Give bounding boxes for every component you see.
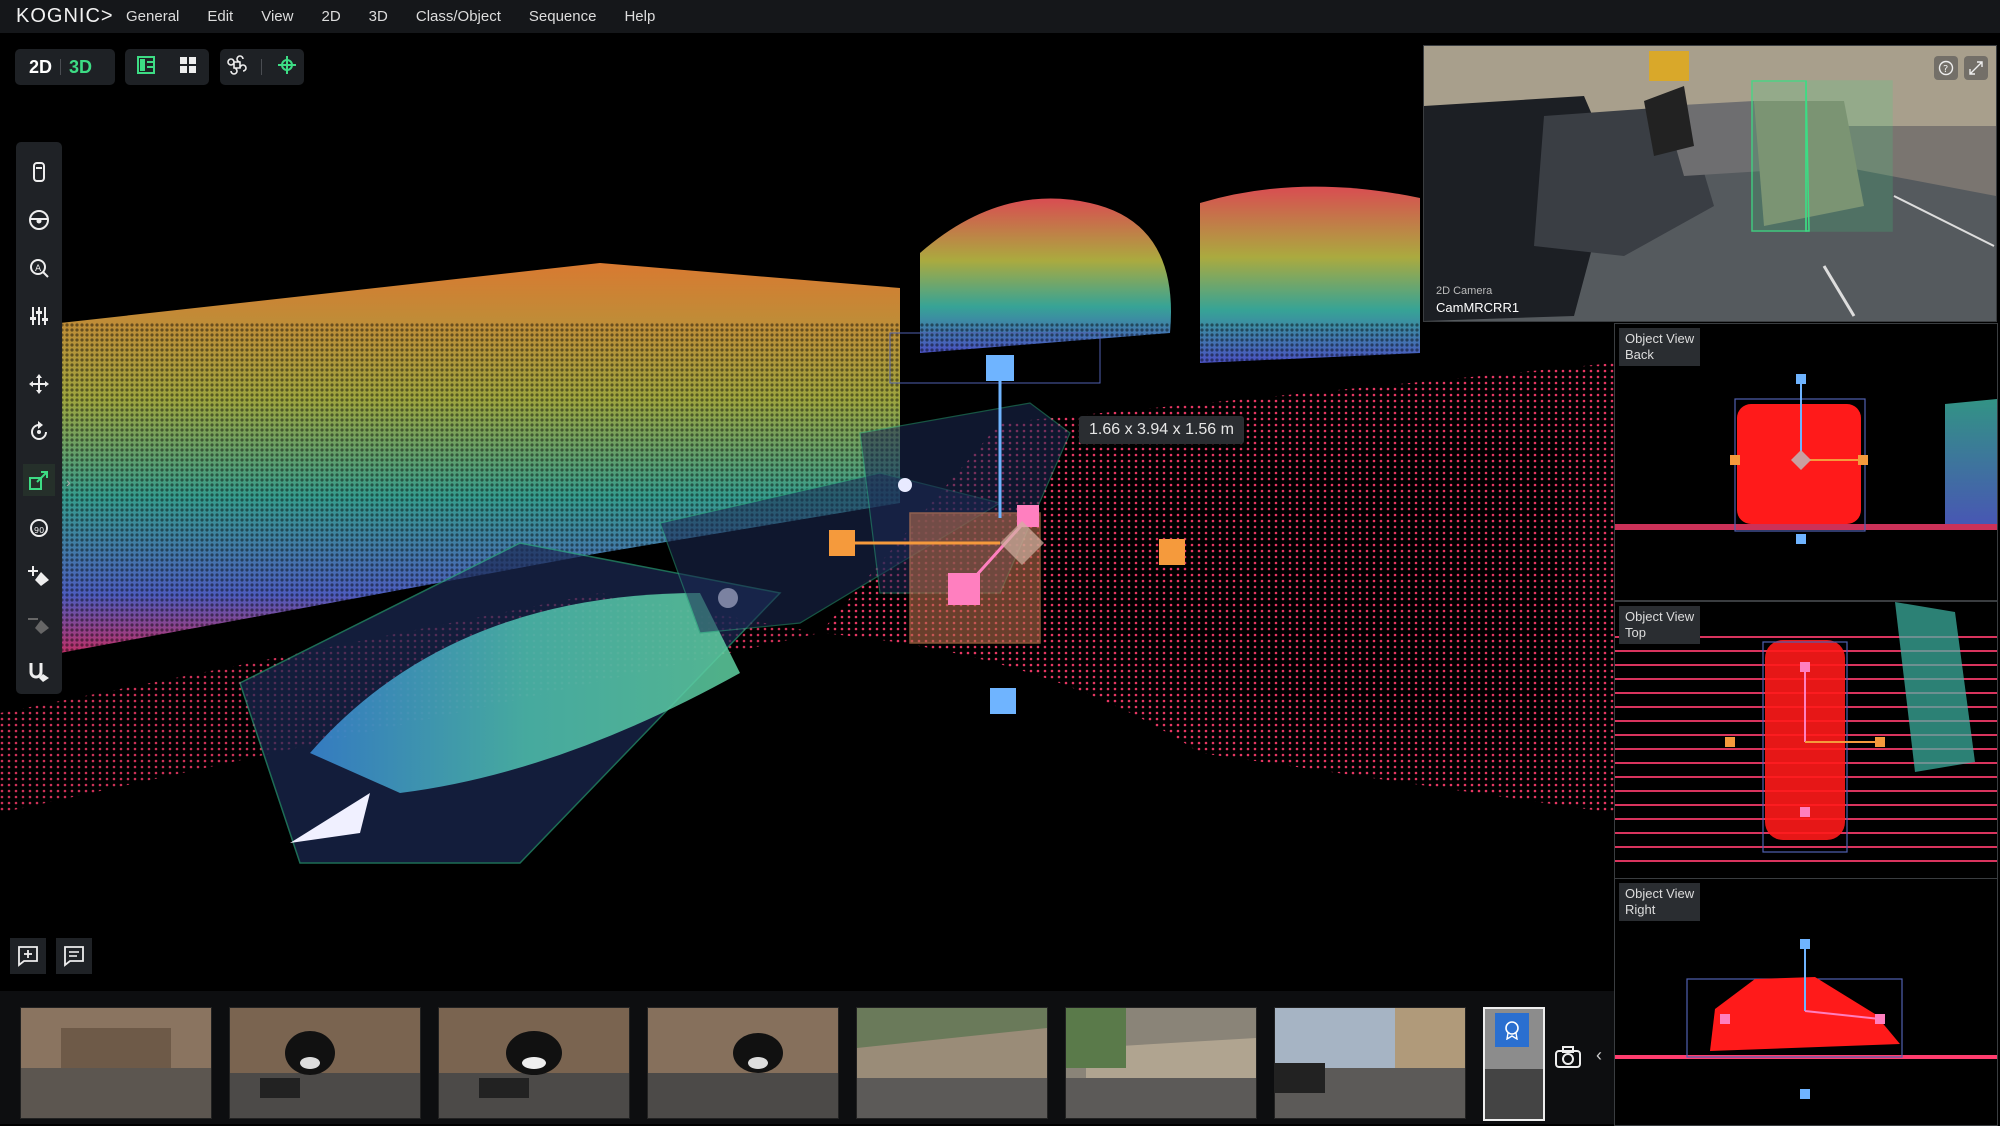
handle-left-orange[interactable] [829,530,855,556]
menu-sequence[interactable]: Sequence [529,8,597,25]
object-view-top[interactable]: Object View Top [1614,601,1998,879]
object-view-title: Object View [1625,609,1695,624]
handle-front-pink[interactable] [948,573,980,605]
camera-name-label: CamMRCRR1 [1436,300,1520,315]
object-view-name: Right [1625,902,1656,917]
menu-3d[interactable]: 3D [369,8,388,25]
collapse-chevron-icon[interactable]: ‹ [1596,1045,1602,1066]
menu-edit[interactable]: Edit [207,8,233,25]
object-view-right-label: Object View Right [1619,883,1701,921]
mode-toggle: 2D 3D [15,49,115,85]
badge-icon [1495,1013,1529,1047]
camera-type-label: 2D Camera [1436,285,1493,297]
3d-viewport[interactable]: 1.66 x 3.94 x 1.56 m [0,33,1614,991]
tool-strip-expand-icon[interactable]: › [66,474,71,490]
expand-icon[interactable] [1964,56,1988,80]
camera-icon[interactable] [1550,1039,1586,1075]
box-dimensions-label: 1.66 x 3.94 x 1.56 m [1079,416,1244,444]
object-view-name: Back [1625,347,1654,362]
crosshair-icon[interactable] [277,55,297,80]
app-logo: KOGNIC> [16,5,114,27]
frame-thumbnail[interactable] [229,1007,421,1119]
layout-grid-icon[interactable] [178,55,198,80]
shortcut-tools [220,49,304,85]
rotate-90-icon[interactable]: 90 [23,512,55,544]
mode-3d-button[interactable]: 3D [61,57,100,78]
handle-top-blue[interactable] [986,355,1014,381]
remove-point-icon[interactable] [23,608,55,640]
rotate-icon[interactable] [23,416,55,448]
magnet-icon[interactable] [23,656,55,688]
menu-view[interactable]: View [261,8,293,25]
point-cloud-canvas[interactable] [0,33,1614,991]
move-icon[interactable] [23,368,55,400]
menu-help[interactable]: Help [624,8,655,25]
camera-image [1424,46,1996,321]
frame-thumbnail[interactable] [647,1007,839,1119]
handle-bottom-blue[interactable] [990,688,1016,714]
mode-2d-button[interactable]: 2D [15,57,60,78]
object-view-back-label: Object View Back [1619,328,1701,366]
frame-thumbnail[interactable] [1065,1007,1257,1119]
ego-vehicle-icon[interactable] [23,156,55,188]
frame-thumbnail-current[interactable] [1483,1007,1545,1121]
box-handle-mid[interactable] [898,478,912,492]
frame-thumbnail[interactable] [20,1007,212,1119]
camera-panel[interactable]: ? 2D Camera CamMRCRR1 [1423,45,1997,322]
frame-filmstrip: ‹ [0,991,1614,1124]
object-view-back[interactable]: Object View Back [1614,323,1998,601]
handle-right-orange[interactable] [1159,539,1185,565]
object-view-title: Object View [1625,886,1695,901]
object-view-right[interactable]: Object View Right [1614,878,1998,1126]
frame-thumbnail[interactable] [438,1007,630,1119]
menu-general[interactable]: General [126,8,179,25]
object-view-title: Object View [1625,331,1695,346]
svg-text:90: 90 [34,526,44,535]
comments-list-button[interactable] [56,938,92,974]
svg-text:A: A [35,264,42,274]
object-view-top-label: Object View Top [1619,606,1701,644]
svg-text:?: ? [1943,64,1948,75]
frame-thumbnail[interactable] [856,1007,1048,1119]
help-icon[interactable]: ? [1934,56,1958,80]
resize-icon[interactable] [23,464,55,496]
layout-split-icon[interactable] [136,55,156,80]
sliders-icon[interactable] [23,300,55,332]
toolbar-divider [261,59,263,75]
steering-wheel-icon[interactable] [23,204,55,236]
menu-bar: KOGNIC> General Edit View 2D 3D Class/Ob… [0,0,2000,33]
frame-thumbnail[interactable] [1274,1007,1466,1119]
zoom-icon[interactable]: A [23,252,55,284]
layout-toggle [125,49,209,85]
command-icon[interactable] [227,54,247,80]
add-point-icon[interactable] [23,560,55,592]
object-view-name: Top [1625,625,1646,640]
tool-strip: A 90 [16,142,62,694]
add-comment-button[interactable] [10,938,46,974]
menu-2d[interactable]: 2D [321,8,340,25]
menu-class-object[interactable]: Class/Object [416,8,501,25]
